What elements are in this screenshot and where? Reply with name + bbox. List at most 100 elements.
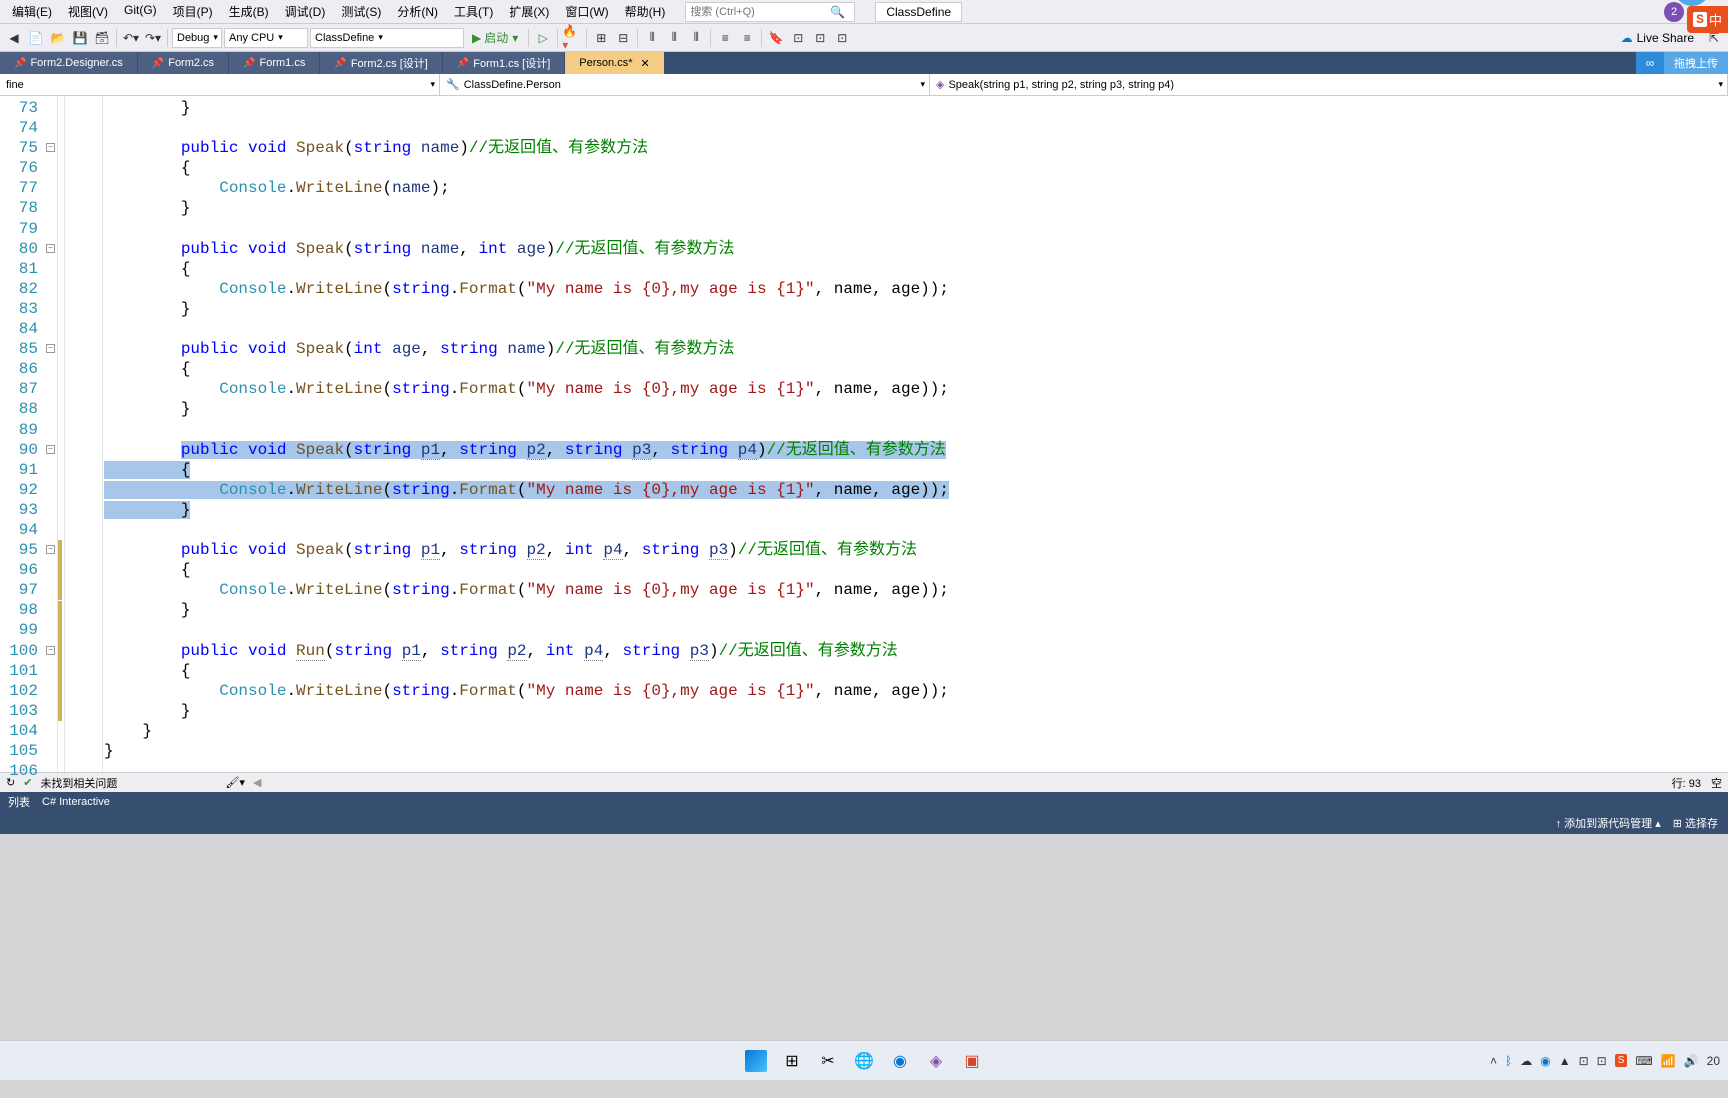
fold-toggle[interactable]: − [46, 143, 55, 152]
touchpad-icon[interactable]: ⌨ [1635, 1054, 1652, 1068]
task-view-icon[interactable]: ⊞ [778, 1047, 806, 1075]
tool-icon-2[interactable]: ⊟ [613, 27, 633, 49]
tool-icon-3[interactable]: ⫴ [642, 27, 662, 49]
code-line[interactable]: public void Speak(string name, int age)/… [104, 239, 1728, 259]
tool-icon-5[interactable]: ⫴ [686, 27, 706, 49]
bluetooth-icon[interactable]: ᛒ [1505, 1054, 1512, 1068]
tray-icon-2[interactable]: ◉ [1540, 1054, 1550, 1068]
file-tab[interactable]: 📌Form1.cs [229, 52, 320, 74]
comment-icon[interactable]: ≡ [715, 27, 735, 49]
code-line[interactable]: public void Speak(string p1, string p2, … [104, 440, 1728, 460]
close-icon[interactable]: ✕ [641, 57, 650, 70]
config-dropdown[interactable]: Debug▾ [172, 28, 222, 48]
repo-select-button[interactable]: ⊞ 选择存 [1673, 815, 1718, 831]
tool-icon-4[interactable]: ⫴ [664, 27, 684, 49]
code-line[interactable]: { [104, 359, 1728, 379]
code-line[interactable]: Console.WriteLine(string.Format("My name… [104, 580, 1728, 600]
fold-toggle[interactable]: − [46, 545, 55, 554]
code-line[interactable] [104, 420, 1728, 440]
code-line[interactable]: } [104, 299, 1728, 319]
menu-item[interactable]: 分析(N) [389, 1, 446, 22]
taskbar-app-2[interactable]: ◉ [886, 1047, 914, 1075]
code-line[interactable]: Console.WriteLine(string.Format("My name… [104, 480, 1728, 500]
menu-item[interactable]: 窗口(W) [557, 1, 616, 22]
tray-icon-5[interactable]: ⊡ [1597, 1054, 1607, 1068]
code-content[interactable]: } public void Speak(string name)//无返回值、有… [104, 96, 1728, 772]
tray-time[interactable]: 20 [1707, 1054, 1720, 1068]
platform-dropdown[interactable]: Any CPU▾ [224, 28, 308, 48]
save-all-icon[interactable]: 🗃 [92, 27, 112, 49]
code-line[interactable]: Console.WriteLine(name); [104, 178, 1728, 198]
code-line[interactable]: } [104, 741, 1728, 761]
menu-item[interactable]: 工具(T) [446, 1, 501, 22]
menu-item[interactable]: 帮助(H) [617, 1, 674, 22]
powerpoint-icon[interactable]: ▣ [958, 1047, 986, 1075]
fold-toggle[interactable]: − [46, 646, 55, 655]
run-button[interactable]: ▶启动▾ [466, 29, 524, 46]
code-line[interactable]: } [104, 500, 1728, 520]
uncomment-icon[interactable]: ≡ [737, 27, 757, 49]
code-line[interactable]: public void Run(string p1, string p2, in… [104, 641, 1728, 661]
search-box[interactable]: 🔍 [685, 2, 855, 22]
fold-toggle[interactable]: − [46, 344, 55, 353]
open-icon[interactable]: 📂 [48, 27, 68, 49]
code-line[interactable]: } [104, 701, 1728, 721]
code-line[interactable]: { [104, 158, 1728, 178]
run-no-debug-icon[interactable]: ▷ [533, 27, 553, 49]
new-file-icon[interactable]: 📄 [26, 27, 46, 49]
code-line[interactable]: { [104, 259, 1728, 279]
volume-icon[interactable]: 🔊 [1684, 1054, 1699, 1068]
menu-item[interactable]: Git(G) [116, 1, 165, 22]
system-tray[interactable]: ˄ ᛒ ☁ ◉ ▲ ⊡ ⊡ S ⌨ 📶 🔊 20 [1490, 1054, 1720, 1068]
menu-item[interactable]: 测试(S) [333, 1, 389, 22]
fold-toggle[interactable]: − [46, 445, 55, 454]
wifi-icon[interactable]: 📶 [1661, 1054, 1676, 1068]
menu-item[interactable]: 项目(P) [165, 1, 221, 22]
bookmark-icon[interactable]: 🔖 [766, 27, 786, 49]
code-line[interactable] [104, 620, 1728, 640]
nav-back-icon[interactable]: ◀ [4, 27, 24, 49]
code-line[interactable]: Console.WriteLine(string.Format("My name… [104, 279, 1728, 299]
code-line[interactable]: } [104, 600, 1728, 620]
upload-button[interactable]: 拖拽上传 [1664, 52, 1728, 74]
tray-chevron-icon[interactable]: ˄ [1490, 1054, 1497, 1068]
menu-item[interactable]: 编辑(E) [4, 1, 60, 22]
file-tab[interactable]: 📌Form2.Designer.cs [0, 52, 138, 74]
menu-item[interactable]: 扩展(X) [501, 1, 557, 22]
ime-indicator[interactable]: S 中 [1687, 6, 1728, 33]
hot-reload-icon[interactable]: 🔥▾ [562, 27, 582, 49]
search-input[interactable] [690, 6, 830, 18]
tray-icon-6[interactable]: S [1615, 1054, 1628, 1067]
code-line[interactable]: { [104, 460, 1728, 480]
code-line[interactable]: public void Speak(string p1, string p2, … [104, 540, 1728, 560]
nav-project-dropdown[interactable]: fine▾ [0, 74, 440, 95]
startup-dropdown[interactable]: ClassDefine▾ [310, 28, 464, 48]
edge-icon[interactable]: 🌐 [850, 1047, 878, 1075]
user-avatar[interactable]: 2 [1664, 2, 1684, 22]
menu-item[interactable]: 调试(D) [277, 1, 334, 22]
menu-item[interactable]: 生成(B) [221, 1, 277, 22]
code-line[interactable]: public void Speak(string name)//无返回值、有参数… [104, 138, 1728, 158]
code-line[interactable]: { [104, 560, 1728, 580]
fold-toggle[interactable]: − [46, 244, 55, 253]
code-line[interactable]: Console.WriteLine(string.Format("My name… [104, 681, 1728, 701]
code-line[interactable] [104, 761, 1728, 781]
tool-icon-6[interactable]: ⊡ [788, 27, 808, 49]
tool-icon-1[interactable]: ⊞ [591, 27, 611, 49]
cloud-sync-button[interactable]: ∞ [1636, 52, 1664, 74]
code-line[interactable] [104, 319, 1728, 339]
code-line[interactable]: { [104, 661, 1728, 681]
code-editor[interactable]: 7374757677787980818283848586878889909192… [0, 96, 1728, 772]
menu-item[interactable]: 视图(V) [60, 1, 116, 22]
tray-icon-3[interactable]: ▲ [1559, 1054, 1571, 1068]
nav-member-dropdown[interactable]: ◈ Speak(string p1, string p2, string p3,… [930, 74, 1728, 95]
code-line[interactable] [104, 520, 1728, 540]
fold-column[interactable]: − − − − − − [44, 96, 58, 772]
code-line[interactable]: } [104, 721, 1728, 741]
panel-tab-interactive[interactable]: C# Interactive [42, 796, 110, 808]
panel-tab-list[interactable]: 列表 [8, 794, 30, 810]
solution-name[interactable]: ClassDefine [875, 2, 962, 22]
file-tab[interactable]: Person.cs*✕ [565, 52, 664, 74]
visual-studio-icon[interactable]: ◈ [922, 1047, 950, 1075]
tray-icon-4[interactable]: ⊡ [1579, 1054, 1589, 1068]
